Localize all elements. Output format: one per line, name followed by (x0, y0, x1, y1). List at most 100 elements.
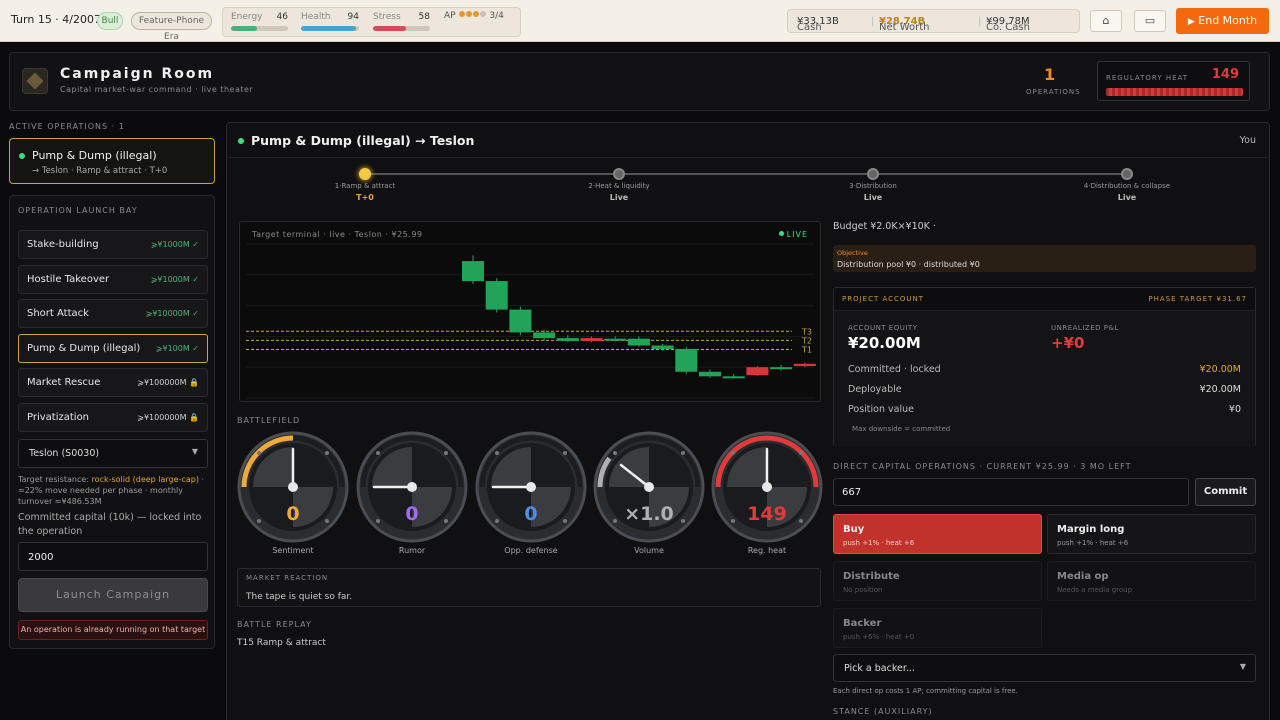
candle-body (746, 367, 769, 376)
commit-button[interactable]: Commit (1195, 478, 1256, 506)
operation-option[interactable]: Short Attack ⩾¥10000M ✓ (18, 299, 208, 328)
media-op-button[interactable]: Media op Needs a media group (1047, 561, 1256, 601)
gauge-hub (407, 482, 417, 492)
operation-requirement: ⩾¥100000M 🔒 (137, 378, 199, 387)
operation-name: Short Attack (27, 308, 89, 319)
operation-requirement: ⩾¥1000M ✓ (150, 274, 199, 284)
gauge-screw (731, 451, 735, 455)
objective-text: Distribution pool ¥0 · distributed ¥0 (837, 260, 980, 269)
operation-option[interactable]: Hostile Takeover ⩾¥1000M ✓ (18, 264, 208, 294)
ap-value: 3/4 (489, 11, 504, 21)
operation-option[interactable]: Pump & Dump (illegal) ⩾¥100M ✓ (18, 333, 208, 363)
launch-bay-label: OPERATION LAUNCH BAY (18, 206, 138, 215)
phase-state: Live (863, 193, 883, 202)
era-badge: Feature-Phone Era (131, 12, 212, 42)
ap-label: AP (444, 11, 456, 21)
candle-body (627, 338, 650, 346)
gauge-hub (288, 482, 298, 492)
phase-state: Live (1117, 193, 1137, 202)
ap-cost-note: Each direct op costs 1 AP; committing ca… (833, 687, 1018, 695)
account-row-deployable: Deployable ¥20.00M (848, 384, 1241, 395)
phase-marker-icon (1121, 168, 1133, 180)
candle-body (533, 332, 556, 339)
max-downside-note: Max downside = committed (852, 425, 951, 433)
live-dot-icon (778, 231, 784, 236)
candle-body (675, 348, 698, 372)
battle-replay-item[interactable]: T15 Ramp & attract (237, 638, 326, 648)
gauge-hub (762, 482, 772, 492)
ap-indicator: AP 3/4 (444, 11, 504, 21)
committed-capital-input[interactable]: 2000 (18, 542, 208, 571)
active-op-title: Pump & Dump (illegal) (32, 149, 157, 162)
gauge-dial (711, 431, 823, 543)
row-label: Committed · locked (848, 364, 941, 375)
market-badge: Bull (97, 12, 123, 30)
gauge-screw (444, 451, 448, 455)
heat-label: REGULATORY HEAT (1106, 74, 1189, 82)
chevron-down-icon: ▼ (1239, 662, 1246, 671)
stat-bar-health (301, 26, 356, 31)
launch-campaign-button[interactable]: Launch Campaign (18, 578, 208, 612)
target-level-label: T2 (801, 336, 812, 345)
chart-title: Target terminal · live · Teslon · ¥25.99 (252, 230, 423, 239)
target-resistance-info: Target resistance: rock-solid (deep larg… (18, 474, 210, 507)
committed-capital-value: 2000 (28, 552, 54, 563)
action-effect: push +6% · heat +0 (843, 633, 915, 641)
gauge-screw (325, 451, 329, 455)
target-level-label: T3 (801, 327, 812, 336)
action-effect: No position (843, 586, 883, 594)
play-icon: ▶ (1187, 17, 1195, 27)
page-title: Campaign Room (60, 66, 215, 82)
operation-option[interactable]: Market Rescue ⩾¥100000M 🔒 (18, 368, 208, 397)
end-month-button[interactable]: ▶ End Month (1176, 8, 1269, 34)
operation-requirement: ⩾¥1000M ✓ (150, 240, 199, 249)
stat-value: 94 (347, 12, 359, 22)
amount-input[interactable]: 667 (833, 478, 1189, 506)
operation-name: Market Rescue (27, 377, 101, 388)
gauge-screw (376, 451, 380, 455)
candlestick (651, 343, 674, 351)
action-name: Margin long (1057, 524, 1125, 535)
equity-label: ACCOUNT EQUITY (848, 324, 918, 332)
backer-select[interactable]: Pick a backer... ▼ (833, 654, 1256, 682)
budget-info: Budget ¥2.0K×¥10K · (833, 221, 936, 232)
amount-value: 667 (842, 487, 862, 498)
target-select[interactable]: Teslon (S0030) ▼ (18, 439, 208, 468)
margin-long-button[interactable]: Margin long push +1% · heat +6 (1047, 514, 1256, 554)
phase-marker-icon (867, 168, 879, 180)
action-name: Distribute (843, 571, 900, 582)
candle-body (651, 345, 674, 349)
resist-highlight: rock-solid (deep large-cap) (91, 475, 199, 484)
objective-box: Objective Distribution pool ¥0 · distrib… (833, 245, 1256, 272)
buy-button[interactable]: Buy push +1% · heat +6 (833, 514, 1042, 554)
home-button[interactable]: ⌂ (1090, 10, 1122, 32)
gauge-dial (593, 431, 705, 543)
stat-bar-stress (373, 26, 407, 31)
stat-label: Energy (231, 12, 263, 22)
gauge-value: 0 (286, 503, 300, 525)
active-operation-card[interactable]: Pump & Dump (illegal) → Teslon · Ramp & … (9, 138, 215, 184)
operation-launch-bay: OPERATION LAUNCH BAY Stake-building ⩾¥100… (9, 195, 215, 649)
phase-marker-icon (613, 168, 625, 180)
stat-label: Stress (373, 12, 401, 22)
cash-label: Cash (797, 22, 822, 33)
stat-stress: Stress 58 (373, 12, 430, 31)
action-name: Buy (843, 524, 865, 535)
target-terminal-chart: T3 T2 T1 Target terminal · live · Teslon ·… (239, 221, 821, 402)
computer-button[interactable]: ▭ (1134, 10, 1166, 32)
operation-name: Stake-building (27, 239, 99, 250)
stat-health: Health 94 (301, 12, 359, 31)
candle-body (462, 261, 484, 282)
battle-replay-label: BATTLE REPLAY (237, 620, 312, 629)
backer-button[interactable]: Backer push +6% · heat +0 (833, 608, 1042, 648)
candle-body (722, 376, 745, 379)
computer-icon: ▭ (1144, 14, 1156, 27)
operation-option[interactable]: Privatization ⩾¥100000M 🔒 (18, 402, 208, 432)
account-row-position: Position value ¥0 (848, 404, 1241, 415)
ap-dot-icon (466, 11, 473, 17)
distribute-button[interactable]: Distribute No position (833, 561, 1042, 601)
gauge-screw (563, 451, 567, 455)
operation-option[interactable]: Stake-building ⩾¥1000M ✓ (18, 230, 208, 259)
operation-panel: Pump & Dump (illegal) → Teslon You 1·Ram… (226, 122, 1270, 720)
phase-state: T+0 (356, 193, 374, 202)
